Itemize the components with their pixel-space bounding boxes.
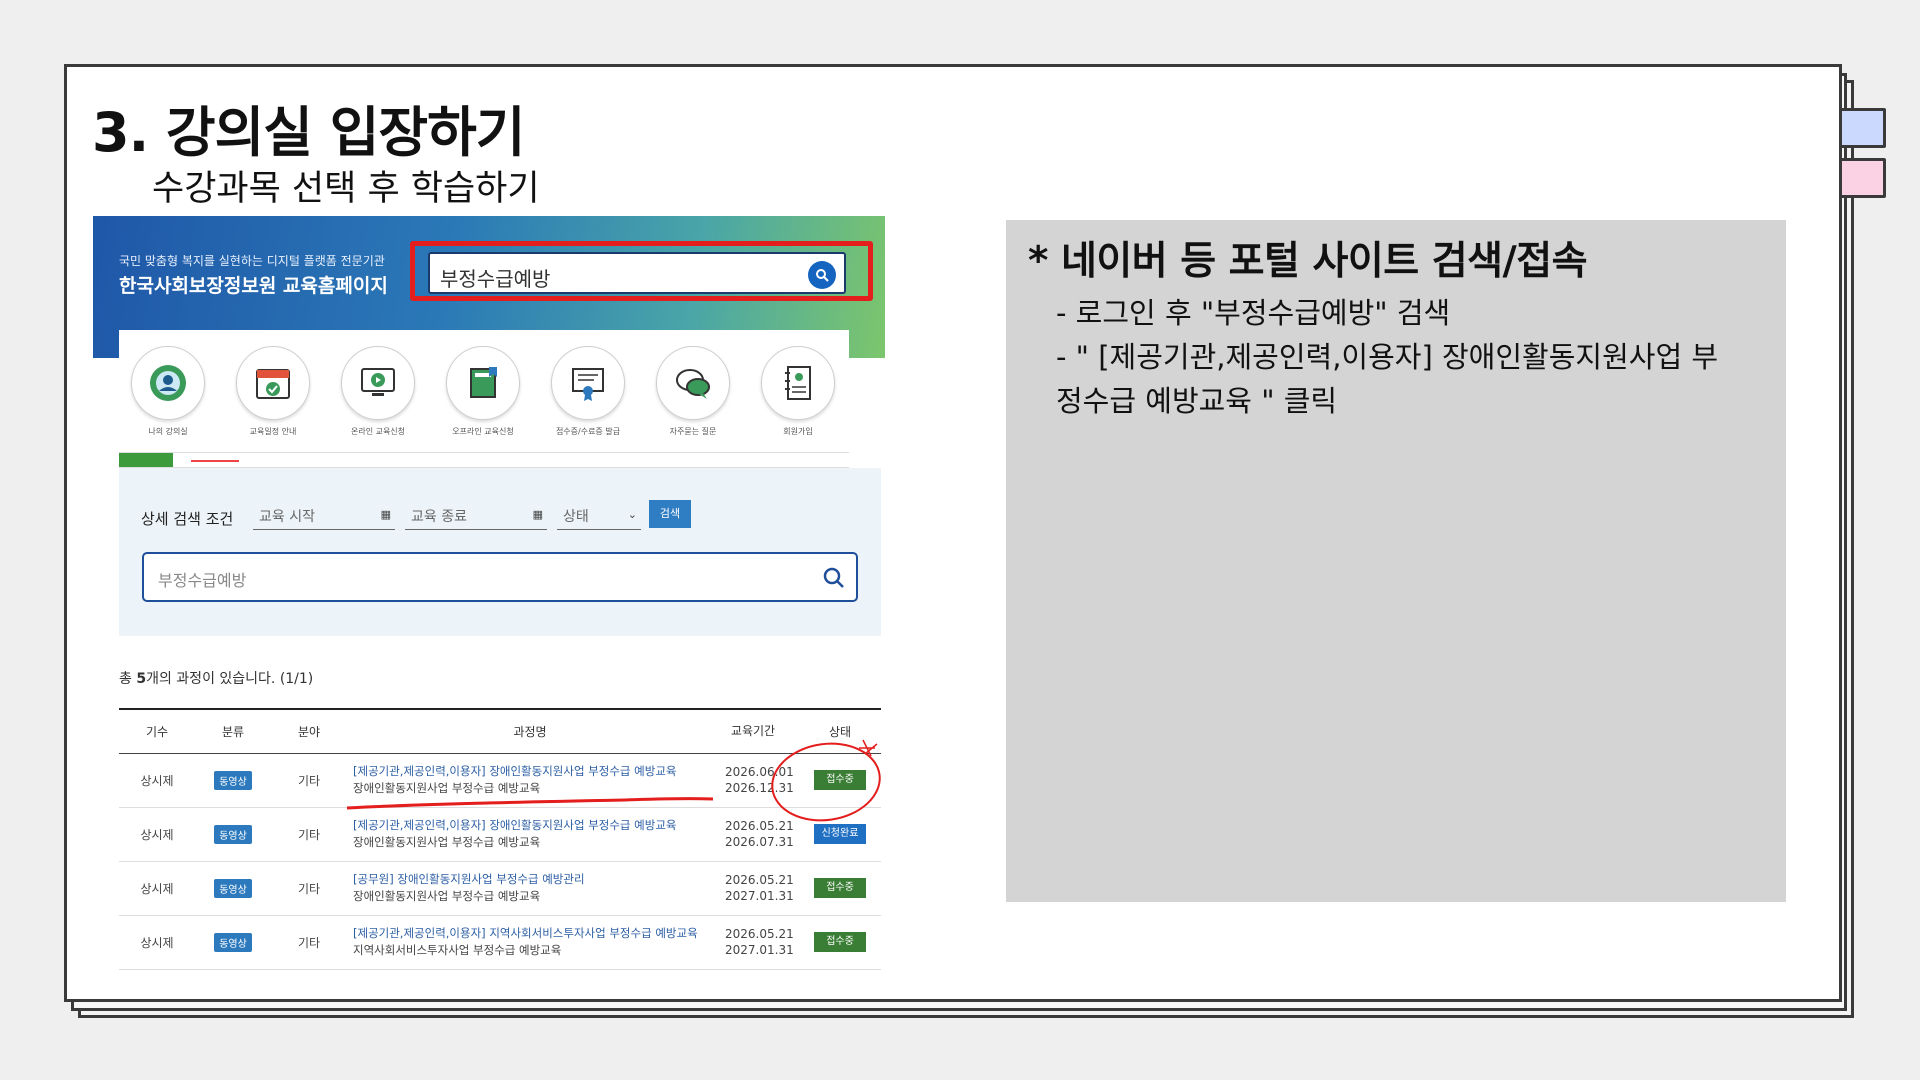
menu-online-apply[interactable]: 온라인 교육신청 bbox=[341, 346, 415, 437]
course-subtitle: 장애인활동지원사업 부정수급 예방교육 bbox=[353, 889, 541, 903]
category-badge: 동영상 bbox=[214, 770, 252, 790]
calendar-icon: ▦ bbox=[380, 508, 391, 521]
search-highlight-box bbox=[410, 241, 873, 301]
menu-label: 온라인 교육신청 bbox=[350, 427, 406, 436]
column-header: 상태 bbox=[799, 708, 881, 754]
chat-bubble-icon bbox=[676, 369, 710, 399]
menu-label: 오프라인 교육신청 bbox=[452, 427, 514, 436]
user-circle-icon bbox=[150, 365, 186, 401]
category-badge: 동영상 bbox=[214, 932, 252, 952]
keyword-value: 부정수급예방 bbox=[158, 571, 247, 590]
status-select[interactable]: 상태 ⌄ bbox=[557, 502, 641, 530]
menu-label: 교육일정 안내 bbox=[249, 427, 297, 436]
table-row: 상시제 동영상 기타 [제공기관,제공인력,이용자] 장애인활동지원사업 부정수… bbox=[119, 753, 881, 808]
filter-search-button[interactable]: 검색 bbox=[649, 500, 691, 528]
column-header: 분류 bbox=[195, 708, 271, 754]
category-badge: 동영상 bbox=[214, 824, 252, 844]
slide-subtitle: 수강과목 선택 후 학습하기 bbox=[152, 169, 540, 209]
end-date-placeholder: 교육 종료 bbox=[411, 509, 467, 525]
course-table: 기수 분류 분야 과정명 교육기간 상태 상시제 동영상 기타 [제공기관,제공… bbox=[119, 708, 881, 970]
menu-faq[interactable]: 자주묻는 질문 bbox=[656, 346, 730, 437]
chevron-down-icon: ⌄ bbox=[627, 508, 637, 521]
search-icon[interactable] bbox=[822, 566, 846, 590]
menu-offline-apply[interactable]: 오프라인 교육신청 bbox=[446, 346, 520, 437]
menu-label: 나의 강의실 bbox=[148, 427, 188, 436]
id-card-icon bbox=[785, 366, 811, 400]
menu-signup[interactable]: 회원가입 bbox=[761, 346, 835, 437]
quick-menu: 나의 강의실 교육일정 안내 온라인 교육신청 오프라인 교육신청 접수증/수료… bbox=[119, 330, 849, 436]
status-placeholder: 상태 bbox=[563, 509, 589, 525]
course-subtitle: 장애인활동지원사업 부정수급 예방교육 bbox=[353, 835, 541, 849]
banner-title: 한국사회보장정보원 교육홈페이지 bbox=[119, 275, 388, 297]
note-heading: * 네이버 등 포털 사이트 검색/접속 bbox=[1028, 239, 1587, 284]
table-row: 상시제 동영상 기타 [제공기관,제공인력,이용자] 장애인활동지원사업 부정수… bbox=[119, 807, 881, 862]
end-date-field[interactable]: 교육 종료 ▦ bbox=[405, 502, 547, 530]
table-header-row: 기수 분류 분야 과정명 교육기간 상태 bbox=[119, 708, 881, 754]
status-badge[interactable]: 접수중 bbox=[814, 878, 866, 898]
course-title-link[interactable]: [제공기관,제공인력,이용자] 장애인활동지원사업 부정수급 예방교육 bbox=[353, 817, 707, 834]
status-badge[interactable]: 접수중 bbox=[814, 932, 866, 952]
column-header: 기수 bbox=[119, 708, 195, 754]
start-date-field[interactable]: 교육 시작 ▦ bbox=[253, 502, 395, 530]
slide-tab-blue bbox=[1838, 108, 1886, 148]
menu-label: 회원가입 bbox=[783, 427, 813, 436]
note-line-1: - 로그인 후 "부정수급예방" 검색 bbox=[1056, 296, 1451, 330]
website-screenshot: 국민 맞춤형 복지를 실현하는 디지털 플랫폼 전문기관 한국사회보장정보원 교… bbox=[93, 216, 885, 974]
menu-schedule[interactable]: 교육일정 안내 bbox=[236, 346, 310, 437]
table-row: 상시제 동영상 기타 [공무원] 장애인활동지원사업 부정수급 예방관리 장애인활… bbox=[119, 861, 881, 916]
result-count: 총 5개의 과정이 있습니다. (1/1) bbox=[119, 671, 314, 687]
banner-tagline: 국민 맞춤형 복지를 실현하는 디지털 플랫폼 전문기관 bbox=[119, 254, 385, 268]
book-icon bbox=[470, 367, 497, 398]
column-header: 교육기간 bbox=[707, 708, 799, 754]
keyword-search-input[interactable]: 부정수급예방 bbox=[142, 552, 858, 602]
start-date-placeholder: 교육 시작 bbox=[259, 509, 315, 525]
course-subtitle: 장애인활동지원사업 부정수급 예방교육 bbox=[353, 781, 541, 795]
calendar-check-icon bbox=[256, 369, 290, 399]
filter-label: 상세 검색 조건 bbox=[141, 510, 234, 528]
table-row: 상시제 동영상 기타 [제공기관,제공인력,이용자] 지역사회서비스투자사업 부… bbox=[119, 915, 881, 970]
category-badge: 동영상 bbox=[214, 878, 252, 898]
certificate-icon bbox=[572, 368, 604, 401]
status-badge[interactable]: 신청완료 bbox=[814, 824, 866, 844]
note-line-2: - " [제공기관,제공인력,이용자] 장애인활동지원사업 부 bbox=[1056, 340, 1719, 374]
column-header: 분야 bbox=[271, 708, 347, 754]
note-box: * 네이버 등 포털 사이트 검색/접속 - 로그인 후 "부정수급예방" 검색… bbox=[1006, 220, 1786, 902]
slide-tab-pink bbox=[1838, 158, 1886, 198]
detail-search-panel: 상세 검색 조건 교육 시작 ▦ 교육 종료 ▦ 상태 ⌄ 검색 부정수급예방 bbox=[119, 468, 881, 636]
course-title-link[interactable]: [제공기관,제공인력,이용자] 지역사회서비스투자사업 부정수급 예방교육 bbox=[353, 925, 707, 942]
menu-my-classroom[interactable]: 나의 강의실 bbox=[131, 346, 205, 437]
menu-certificate[interactable]: 접수증/수료증 발급 bbox=[551, 346, 625, 437]
menu-label: 접수증/수료증 발급 bbox=[555, 427, 621, 436]
monitor-play-icon bbox=[361, 368, 395, 396]
course-subtitle: 지역사회서비스투자사업 부정수급 예방교육 bbox=[353, 943, 562, 957]
status-badge[interactable]: 접수중 bbox=[814, 770, 866, 790]
course-title-link[interactable]: [제공기관,제공인력,이용자] 장애인활동지원사업 부정수급 예방교육 bbox=[353, 763, 707, 780]
course-title-link[interactable]: [공무원] 장애인활동지원사업 부정수급 예방관리 bbox=[353, 871, 707, 888]
note-line-3: 정수급 예방교육 " 클릭 bbox=[1056, 384, 1338, 418]
menu-label: 자주묻는 질문 bbox=[669, 427, 717, 436]
slide-title: 3. 강의실 입장하기 bbox=[92, 101, 525, 164]
calendar-icon: ▦ bbox=[532, 508, 543, 521]
column-header: 과정명 bbox=[347, 708, 707, 754]
cropped-strip bbox=[119, 452, 849, 468]
